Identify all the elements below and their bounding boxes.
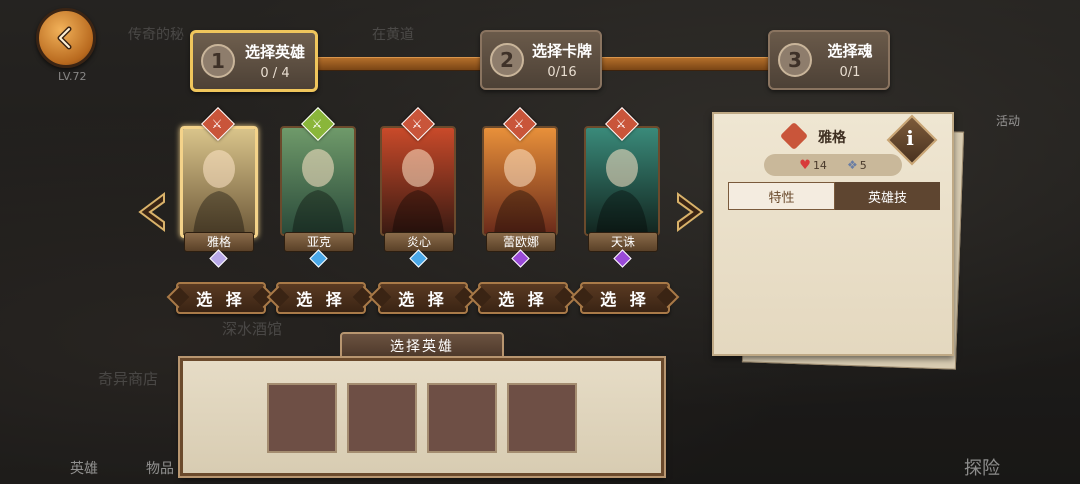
hero-info-panel: 雅格 i ♥ 14 ❖ 5 特性 英雄技 — [712, 112, 954, 356]
hero-silhouette — [392, 149, 444, 234]
step-count: 0/16 — [547, 65, 577, 80]
hero-class-icon — [779, 121, 809, 151]
hero-slot[interactable] — [507, 383, 577, 453]
sword-icon: ⚔ — [311, 117, 323, 131]
info-icon: i — [906, 126, 914, 150]
step-select-cards[interactable]: 2 选择卡牌 0/16 — [480, 30, 602, 90]
info-hero-name: 雅格 — [818, 130, 846, 146]
nav-items-label: 物品 — [146, 461, 174, 477]
step-number: 1 — [201, 44, 235, 78]
info-tabs: 特性 英雄技 — [728, 182, 940, 210]
hero-silhouette — [494, 149, 546, 234]
nav-heroes-label: 英雄 — [70, 461, 98, 477]
hero-silhouette — [596, 149, 648, 234]
sword-icon: ⚔ — [211, 117, 223, 131]
step-title: 选择英雄 — [244, 43, 305, 61]
hero-slots-panel — [180, 358, 664, 476]
step-count: 0 / 4 — [260, 66, 290, 81]
tab-traits[interactable]: 特性 — [728, 182, 835, 210]
step-number: 3 — [778, 43, 812, 77]
hero-card[interactable]: ⚔ 炎心 — [380, 107, 456, 268]
step-select-hero[interactable]: 1 选择英雄 0 / 4 — [190, 30, 318, 92]
card-value: 5 — [859, 159, 867, 172]
sword-icon: ⚔ — [615, 117, 627, 131]
hp-value: 14 — [812, 158, 827, 172]
step-title: 选择魂 — [827, 42, 873, 60]
card-icon: ❖ — [846, 158, 858, 172]
hero-card[interactable]: ⚔ 雅格 — [180, 107, 258, 268]
hero-slot[interactable] — [427, 383, 497, 453]
hero-portrait — [280, 126, 356, 236]
hero-slot[interactable] — [267, 383, 337, 453]
hero-portrait — [584, 126, 660, 236]
hero-card[interactable]: ⚔ 亚克 — [280, 107, 356, 268]
player-level: LV.72 — [58, 70, 87, 83]
hero-slot[interactable] — [347, 383, 417, 453]
back-button[interactable] — [36, 8, 96, 68]
sword-icon: ⚔ — [513, 117, 525, 131]
step-count: 0/1 — [839, 65, 861, 80]
select-hero-button[interactable]: 选 择 — [580, 282, 670, 314]
nav-explore-label: 探险 — [964, 458, 1000, 479]
select-hero-button[interactable]: 选 择 — [176, 282, 266, 314]
back-arrow-icon — [57, 26, 72, 50]
sword-icon: ⚔ — [411, 117, 423, 131]
hero-silhouette — [193, 150, 245, 235]
hero-portrait — [180, 126, 258, 238]
hero-portrait — [380, 126, 456, 236]
hero-portrait — [482, 126, 558, 236]
nav-events-label: 活动 — [996, 114, 1021, 128]
hero-stats: ♥ 14 ❖ 5 — [764, 154, 902, 176]
select-hero-button[interactable]: 选 择 — [478, 282, 568, 314]
hero-silhouette — [292, 149, 344, 234]
tab-hero-skill[interactable]: 英雄技 — [835, 182, 940, 210]
step-select-soul[interactable]: 3 选择魂 0/1 — [768, 30, 890, 90]
next-page-icon[interactable] — [674, 190, 708, 234]
hero-card[interactable]: ⚔ 蕾欧娜 — [482, 107, 558, 268]
hero-card[interactable]: ⚔ 天诛 — [584, 107, 660, 268]
select-hero-button[interactable]: 选 择 — [378, 282, 468, 314]
heart-icon: ♥ — [799, 157, 811, 173]
step-title: 选择卡牌 — [531, 42, 592, 60]
select-hero-button[interactable]: 选 择 — [276, 282, 366, 314]
step-number: 2 — [490, 43, 524, 77]
prev-page-icon[interactable] — [134, 190, 168, 234]
